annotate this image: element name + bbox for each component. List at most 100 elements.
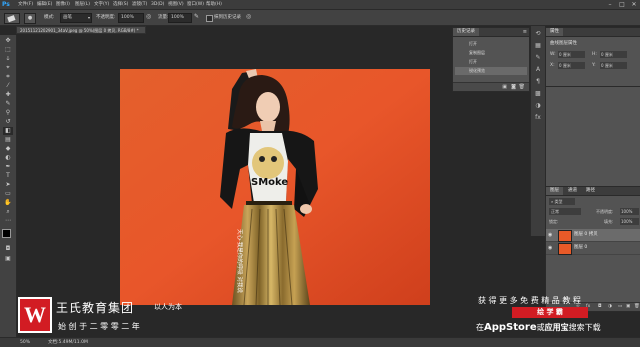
dodge-tool-icon[interactable]: ◐ bbox=[3, 154, 13, 162]
eye-icon[interactable]: ◉ bbox=[548, 232, 554, 238]
h-input[interactable]: 0 厘米 bbox=[600, 51, 627, 58]
pressure-size-icon[interactable]: ◎ bbox=[246, 13, 254, 21]
fill-input[interactable]: 100% bbox=[620, 218, 639, 225]
history-item-selected[interactable]: 锐化预览 bbox=[455, 67, 527, 75]
trash-icon[interactable]: 🗑 bbox=[519, 83, 525, 91]
tab-layers[interactable]: 图层 bbox=[546, 187, 563, 195]
tab-history[interactable]: 历史记录 bbox=[453, 28, 479, 36]
screen-mode-icon[interactable]: ▣ bbox=[3, 255, 13, 263]
promo-badge: 绘 学 霸 bbox=[512, 307, 588, 318]
layer-kind-filter[interactable]: ⌕ 类型 bbox=[549, 198, 575, 205]
panel-menu-icon[interactable]: ≡ bbox=[523, 28, 527, 36]
document-tab[interactable]: 20151121202901_34aV.jpeg @ 50%(图层 0 拷贝, … bbox=[16, 26, 146, 34]
pressure-opacity-icon[interactable]: ◎ bbox=[146, 13, 154, 21]
w-input[interactable]: 0 厘米 bbox=[558, 51, 585, 58]
foreground-color-swatch[interactable] bbox=[2, 229, 11, 238]
opacity-input[interactable]: 100% bbox=[118, 13, 144, 23]
layer-row[interactable]: ◉ 图层 0 bbox=[546, 242, 640, 255]
layer-opacity-input[interactable]: 100% bbox=[620, 208, 639, 215]
history-panel-icon[interactable]: ⟲ bbox=[534, 30, 542, 38]
minimize-button[interactable]: – bbox=[605, 0, 615, 9]
clone-stamp-tool-icon[interactable]: ⚲ bbox=[3, 109, 13, 117]
flow-value: 100% bbox=[171, 15, 184, 20]
menu-select[interactable]: 选择(S) bbox=[113, 0, 128, 9]
menu-edit[interactable]: 编辑(E) bbox=[37, 0, 52, 9]
menu-type[interactable]: 文字(Y) bbox=[94, 0, 109, 9]
path-select-tool-icon[interactable]: ➤ bbox=[3, 181, 13, 189]
history-checkbox[interactable] bbox=[206, 15, 213, 22]
tab-paths[interactable]: 路径 bbox=[582, 187, 599, 195]
lasso-tool-icon[interactable]: ↆ bbox=[3, 55, 13, 63]
close-window-button[interactable]: ✕ bbox=[629, 0, 639, 9]
history-brush-tool-icon[interactable]: ↺ bbox=[3, 118, 13, 126]
swatches-panel-icon[interactable]: ▩ bbox=[534, 90, 542, 98]
blend-mode-select[interactable]: 正常 bbox=[549, 208, 581, 215]
camera-icon[interactable]: ◙ bbox=[511, 83, 516, 91]
flow-input[interactable]: 100% bbox=[168, 13, 192, 23]
eye-icon[interactable]: ◉ bbox=[548, 245, 554, 251]
hand-tool-icon[interactable]: ✋ bbox=[3, 199, 13, 207]
character-panel-icon[interactable]: A bbox=[534, 66, 542, 74]
mode-value: 画笔 bbox=[63, 15, 72, 20]
airbrush-icon[interactable]: ✎ bbox=[194, 13, 202, 21]
menu-layer[interactable]: 图层(L) bbox=[75, 0, 90, 9]
zoom-tool-icon[interactable]: ⌕ bbox=[3, 208, 13, 216]
new-document-icon[interactable]: ▣ bbox=[502, 83, 507, 91]
type-tool-icon[interactable]: T bbox=[3, 172, 13, 180]
layers-panel: 图层 通道 路径 ⌕ 类型 正常 不透明度: 100% 锁定: 填充: 100%… bbox=[545, 186, 640, 312]
y-input[interactable]: 0 厘米 bbox=[600, 62, 627, 69]
quick-mask-icon[interactable]: ◘ bbox=[3, 245, 13, 253]
tab-properties[interactable]: 属性 bbox=[546, 28, 563, 36]
menu-3d[interactable]: 3D(D) bbox=[151, 0, 164, 9]
pen-tool-icon[interactable]: ✒ bbox=[3, 163, 13, 171]
opacity-value: 100% bbox=[121, 15, 134, 20]
layer-name: 图层 0 bbox=[574, 245, 588, 250]
history-panel: 历史记录 ≡ 打开 复制图层 打开 锐化预览 ▣ ◙ 🗑 bbox=[452, 27, 530, 92]
promo-yingyongbao: 应用宝 bbox=[544, 323, 569, 332]
crop-tool-icon[interactable]: ⌗ bbox=[3, 73, 13, 81]
layer-opacity-label: 不透明度: bbox=[596, 209, 614, 214]
x-input[interactable]: 0 厘米 bbox=[558, 62, 585, 69]
menu-view[interactable]: 视图(V) bbox=[168, 0, 184, 9]
blur-tool-icon[interactable]: ◆ bbox=[3, 145, 13, 153]
more-tools-icon[interactable]: ⋯ bbox=[3, 217, 13, 225]
history-item[interactable]: 打开 bbox=[455, 40, 527, 48]
brush-size-picker[interactable]: ● bbox=[24, 13, 36, 24]
promo-line-3: 在AppStore或应用宝搜索下载 bbox=[476, 322, 601, 333]
quick-select-tool-icon[interactable]: ⌖ bbox=[3, 64, 13, 72]
promo-word: 在 bbox=[476, 323, 484, 332]
history-item[interactable]: 复制图层 bbox=[455, 49, 527, 57]
trash-icon[interactable]: 🗑 bbox=[634, 303, 640, 311]
menu-image[interactable]: 图像(I) bbox=[56, 0, 70, 9]
adjustments-panel-icon[interactable]: ◑ bbox=[534, 102, 542, 110]
menu-window[interactable]: 窗口(W) bbox=[187, 0, 204, 9]
move-tool-icon[interactable]: ✥ bbox=[3, 37, 13, 45]
styles-panel-icon[interactable]: fx bbox=[534, 114, 542, 122]
skirt-vertical-text: 天心·我是你的呼吸 对我说 bbox=[236, 229, 244, 293]
promo-watermark: 获 得 更 多 免 费 精 品 教 程 绘 学 霸 在AppStore或应用宝搜… bbox=[472, 295, 634, 337]
properties-panel-icon[interactable]: ▦ bbox=[534, 42, 542, 50]
properties-title: 曲线图层属性 bbox=[550, 41, 577, 46]
brush-tool-icon[interactable]: ✎ bbox=[3, 100, 13, 108]
maximize-button[interactable]: □ bbox=[617, 0, 627, 9]
layer-row[interactable]: ◉ 图层 0 拷贝 bbox=[546, 229, 640, 242]
eraser-tool-icon[interactable]: ◧ bbox=[3, 127, 13, 135]
eyedropper-tool-icon[interactable]: ⁄ bbox=[3, 82, 13, 90]
marquee-tool-icon[interactable]: ⬚ bbox=[3, 46, 13, 54]
shape-tool-icon[interactable]: ▭ bbox=[3, 190, 13, 198]
document-canvas[interactable]: SMoke 天心·我是你的呼吸 对我说 bbox=[120, 69, 430, 305]
tool-preset-picker[interactable] bbox=[4, 13, 20, 24]
history-item[interactable]: 打开 bbox=[455, 58, 527, 66]
menu-help[interactable]: 帮助(H) bbox=[206, 0, 222, 9]
tab-channels[interactable]: 通道 bbox=[564, 187, 581, 195]
healing-brush-tool-icon[interactable]: ✚ bbox=[3, 91, 13, 99]
menu-filter[interactable]: 滤镜(T) bbox=[132, 0, 147, 9]
slogan: 以人为本 bbox=[154, 303, 182, 311]
menu-file[interactable]: 文件(F) bbox=[18, 0, 33, 9]
brush-panel-icon[interactable]: ✎ bbox=[534, 54, 542, 62]
mode-select[interactable]: 画笔 ▾ bbox=[60, 13, 92, 23]
gradient-tool-icon[interactable]: ▤ bbox=[3, 136, 13, 144]
w-label: W: bbox=[550, 52, 556, 57]
paragraph-panel-icon[interactable]: ¶ bbox=[534, 78, 542, 86]
photo-artwork: SMoke 天心·我是你的呼吸 对我说 bbox=[120, 69, 430, 305]
